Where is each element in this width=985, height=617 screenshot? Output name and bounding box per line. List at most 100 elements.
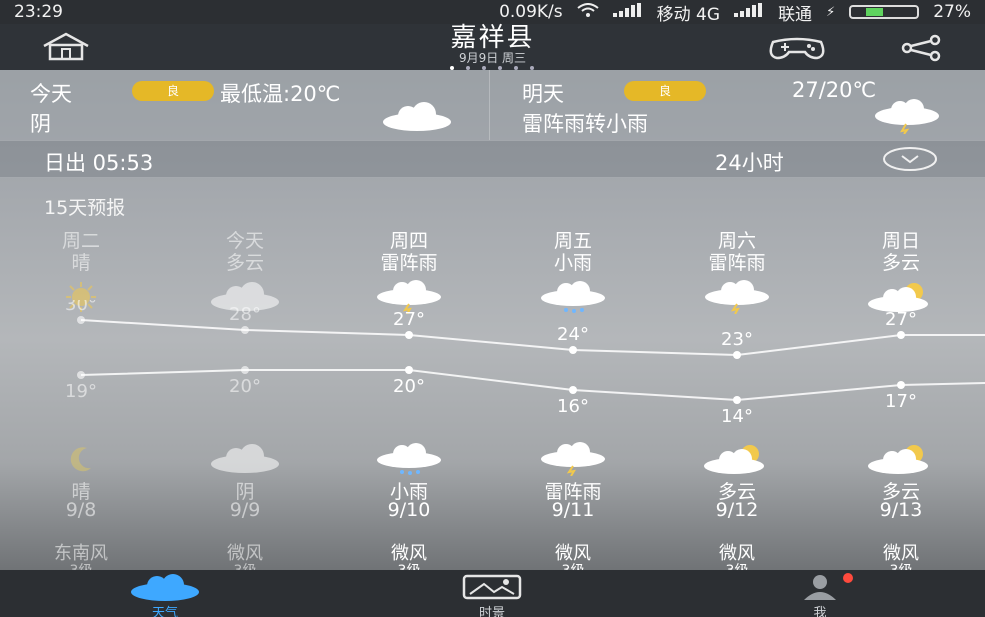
forecast-date: 9/13 [879, 499, 923, 521]
today-low-temp: 最低温:20℃ [220, 82, 341, 106]
forecast-date: 9/8 [65, 499, 97, 521]
today-label: 今天 [30, 82, 72, 106]
temp-label-low: 14° [721, 406, 753, 427]
photo-icon [462, 574, 522, 600]
forecast-weekday: 周五 [553, 230, 592, 252]
today-condition: 阴 [30, 112, 51, 136]
today-tomorrow-panel: 今天 良 最低温:20℃ 阴 明天 良 27/20℃ 雷阵雨转小雨 [0, 70, 985, 140]
today-aqi-badge[interactable]: 良 [132, 81, 214, 101]
chevron-down-icon[interactable] [882, 146, 938, 172]
forecast-day[interactable]: 周二 晴 [6, 230, 156, 274]
temp-point-low [405, 366, 413, 374]
temp-label-low: 20° [393, 376, 425, 397]
forecast-day-condition: 雷阵雨 [380, 252, 438, 274]
forecast-date: 9/9 [229, 499, 261, 521]
temp-line-low [80, 369, 985, 402]
temp-point-high [897, 331, 905, 339]
tomorrow-condition: 雷阵雨转小雨 [522, 112, 648, 136]
signal-icon [734, 2, 764, 22]
share-button[interactable] [895, 34, 947, 62]
thunder-icon [498, 442, 648, 476]
forecast-wind-level: 3级 [170, 560, 320, 570]
forecast-day-condition: 多云 [225, 252, 264, 274]
today-card[interactable]: 今天 良 最低温:20℃ 阴 [0, 70, 490, 140]
temp-point-high [733, 351, 741, 359]
home-city-button[interactable] [36, 32, 96, 62]
forecast-weekday: 周日 [881, 230, 920, 252]
wifi-icon [577, 2, 599, 22]
tab-weather[interactable]: 天气 [65, 570, 265, 617]
moon-icon [6, 442, 156, 476]
tab-weather-label: 天气 [151, 606, 178, 617]
temp-point-low [897, 381, 905, 389]
temp-label-high: 27° [393, 309, 425, 330]
forecast-weekday: 周四 [389, 230, 428, 252]
temp-point-high [241, 326, 249, 334]
app-header: 嘉祥县 9月9日 周三 [0, 24, 985, 70]
bottom-tab-bar: 天气 时景 我 [0, 570, 985, 617]
gamepad-icon [769, 37, 825, 60]
forecast-date: 9/11 [551, 499, 595, 521]
city-title: 嘉祥县 9月9日 周三 [450, 23, 535, 70]
signal-icon [612, 2, 643, 22]
home-icon [43, 32, 89, 61]
battery-percent: 27% [933, 2, 971, 22]
forecast-day[interactable]: 周五 小雨 [498, 230, 648, 274]
user-icon [804, 573, 853, 600]
sunrise-time: 日出 05:53 [44, 151, 154, 175]
forecast-day-condition: 晴 [71, 252, 91, 274]
forecast-day[interactable]: 周日 多云 [826, 230, 976, 274]
forecast-wind-level: 3级 [662, 560, 812, 570]
forecast-day[interactable]: 周四 雷阵雨 [334, 230, 484, 274]
forecast-day[interactable]: 今天 多云 [170, 230, 320, 274]
carrier-1: 移动 4G [656, 4, 721, 25]
tab-scenes[interactable]: 时景 [392, 570, 592, 617]
temp-point-low [77, 371, 85, 379]
tomorrow-card[interactable]: 明天 良 27/20℃ 雷阵雨转小雨 [492, 70, 985, 140]
forecast-weekday: 今天 [225, 230, 264, 252]
tab-scenes-label: 时景 [478, 606, 505, 617]
charging-icon: ⚡ [826, 4, 836, 20]
game-button[interactable] [765, 34, 829, 62]
thunder-icon [875, 99, 939, 134]
temp-line-high [80, 319, 985, 357]
tab-me[interactable]: 我 [720, 570, 920, 617]
tab-me-label: 我 [813, 606, 827, 617]
forecast-wind-level: 3级 [334, 560, 484, 570]
city-name: 嘉祥县 [450, 23, 535, 53]
rain-icon [334, 442, 484, 476]
forecast-day-condition: 雷阵雨 [708, 252, 766, 274]
forecast-day[interactable]: 周六 雷阵雨 [662, 230, 812, 274]
sunrise-row: 日出 05:53 24小时 [0, 140, 985, 178]
tomorrow-temp: 27/20℃ [792, 78, 877, 102]
temp-point-low [569, 386, 577, 394]
tomorrow-aqi-badge[interactable]: 良 [624, 81, 706, 101]
temp-point-high [405, 331, 413, 339]
temp-label-high: 23° [721, 329, 753, 350]
cloud-icon [170, 442, 320, 476]
forecast-wind-level: 3级 [826, 560, 976, 570]
forecast-date: 9/12 [715, 499, 759, 521]
cloud-icon [131, 574, 199, 601]
share-icon [901, 34, 941, 62]
forecast-wind-level: 3级 [6, 560, 156, 570]
forecast-title: 15天预报 [44, 197, 126, 219]
temp-label-high: 27° [885, 309, 917, 330]
forecast-day-condition: 多云 [881, 252, 920, 274]
forecast-weekday: 周六 [717, 230, 756, 252]
partly-cloudy-icon [662, 442, 812, 476]
temperature-chart: 30° 28° 27° 24° 23° 27° 19° 20° 20° 16° 14° 17° [65, 300, 985, 427]
temp-point-low [733, 396, 741, 404]
forecast-day-condition: 小雨 [553, 252, 592, 274]
temp-label-high: 24° [557, 324, 589, 345]
forecast-date: 9/10 [387, 499, 431, 521]
partly-cloudy-icon [826, 442, 976, 476]
carrier-2: 联通 [778, 4, 813, 25]
temp-point-low [241, 366, 249, 374]
temp-point-high [77, 316, 85, 324]
status-time: 23:29 [14, 2, 63, 22]
hourly-toggle-label[interactable]: 24小时 [715, 147, 784, 177]
notification-dot [843, 573, 853, 583]
cloud-icon [383, 102, 451, 131]
temp-label-low: 17° [885, 391, 917, 412]
